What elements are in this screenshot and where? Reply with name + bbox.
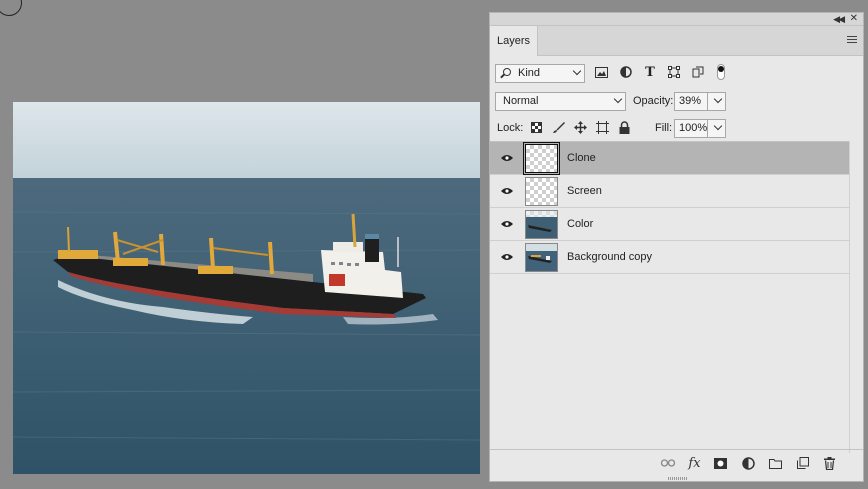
layer-row-background-copy[interactable]: Background copy [490,241,850,274]
adjustment-filter-icon[interactable] [619,65,633,79]
canvas-image[interactable] [13,102,480,474]
layers-panel: ◀◀ ✕ Layers Kind T Normal Opacity: 39% L… [489,12,864,482]
filter-row: Kind T [490,62,863,84]
eye-icon[interactable] [501,187,513,195]
chevron-down-icon [613,94,623,103]
lock-position-icon[interactable] [573,120,587,134]
shape-filter-icon[interactable] [667,65,681,79]
blend-row: Normal Opacity: 39% [490,90,863,112]
panel-menu-icon[interactable] [847,36,857,45]
lock-image-pixels-icon[interactable] [551,120,565,134]
chevron-down-icon[interactable] [713,94,723,103]
fill-field[interactable]: 100% [674,118,726,138]
layer-name: Background copy [567,251,652,263]
blend-mode-value: Normal [503,95,539,107]
layer-thumbnail[interactable] [523,142,560,175]
lock-all-icon[interactable] [617,120,631,134]
lock-transparent-pixels-icon[interactable] [529,120,543,134]
kind-filter-label: Kind [518,67,541,79]
search-icon [503,67,511,76]
fill-label: Fill: [655,122,673,134]
layer-name: Screen [567,185,602,197]
type-filter-icon[interactable]: T [643,65,657,80]
filter-toggle-switch[interactable] [717,64,725,80]
layer-row-screen[interactable]: Screen [490,175,850,208]
fill-value: 100% [679,122,708,134]
panel-bottom-bar: fx [490,449,863,475]
eye-icon[interactable] [501,253,513,261]
layer-row-clone[interactable]: Clone [490,142,850,175]
layers-list: Clone Screen Color Background copy [490,141,850,453]
eye-icon[interactable] [501,154,513,162]
close-icon[interactable]: ✕ [850,13,858,24]
collapse-panel-icon[interactable]: ◀◀ [833,14,845,25]
lock-label: Lock: [497,122,524,134]
layer-row-color[interactable]: Color [490,208,850,241]
kind-filter-select[interactable]: Kind [495,63,585,83]
smart-object-filter-icon[interactable] [691,65,705,79]
brush-cursor [0,0,22,16]
layer-thumbnail[interactable] [525,210,558,239]
layer-name: Color [567,218,594,230]
ship-photo [13,102,480,474]
layer-thumbnail[interactable] [525,243,558,272]
lock-row: Lock: Fill: 100% [490,117,863,139]
image-filter-icon[interactable] [594,65,608,79]
new-group-icon[interactable] [768,456,783,470]
panel-title-bar[interactable]: ◀◀ ✕ [490,13,863,26]
adjustment-layer-icon[interactable] [741,456,756,470]
link-layers-icon[interactable] [660,456,675,470]
new-layer-icon[interactable] [795,456,810,470]
panel-resize-grip[interactable] [668,477,688,480]
eye-icon[interactable] [501,220,513,228]
opacity-value: 39% [679,95,702,107]
chevron-down-icon[interactable] [713,121,723,130]
opacity-label: Opacity: [633,95,674,107]
layer-name: Clone [567,152,596,164]
lock-artboard-icon[interactable] [595,120,609,134]
layer-thumbnail[interactable] [525,177,558,206]
blend-mode-select[interactable]: Normal [495,91,626,111]
panel-tab-bar: Layers [490,26,863,56]
opacity-field[interactable]: 39% [674,91,726,111]
layers-scrollbar[interactable] [849,141,863,453]
tab-layers[interactable]: Layers [490,26,538,56]
add-mask-icon[interactable] [713,456,728,470]
fx-icon[interactable]: fx [687,456,702,471]
delete-layer-icon[interactable] [822,456,837,470]
chevron-down-icon [572,66,582,75]
